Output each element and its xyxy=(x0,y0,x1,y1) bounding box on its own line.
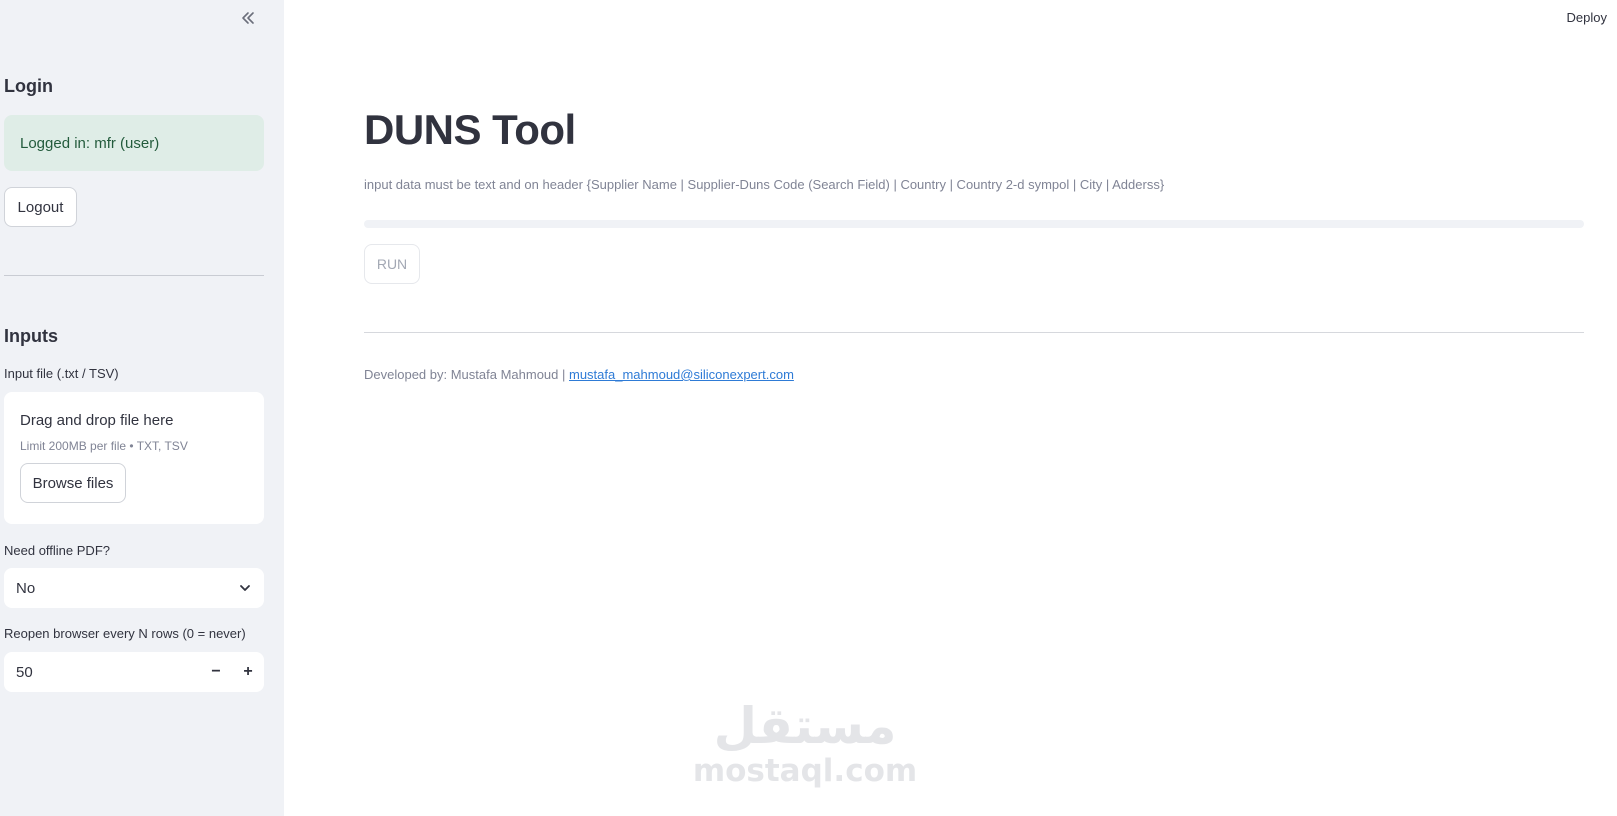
offline-pdf-label: Need offline PDF? xyxy=(4,543,110,558)
watermark-logo: مستقل mostaql.com xyxy=(690,700,920,788)
reopen-browser-value[interactable]: 50 xyxy=(4,664,200,681)
increment-button[interactable]: + xyxy=(232,652,264,692)
progress-bar xyxy=(364,220,1584,228)
login-heading: Login xyxy=(4,76,53,96)
reopen-browser-label: Reopen browser every N rows (0 = never) xyxy=(4,626,246,641)
deploy-button[interactable]: Deploy xyxy=(1567,10,1607,25)
watermark-latin-text: mostaql.com xyxy=(692,753,918,789)
watermark-arabic-text: مستقل xyxy=(713,697,897,755)
footer: Developed by: Mustafa Mahmoud | mustafa_… xyxy=(364,367,794,382)
footer-developer-text: Developed by: Mustafa Mahmoud | xyxy=(364,367,566,382)
reopen-browser-number-input[interactable]: 50 − + xyxy=(4,652,264,692)
main-divider xyxy=(364,332,1584,333)
sidebar: Login Logged in: mfr (user) Logout Input… xyxy=(0,0,284,816)
file-dropzone[interactable]: Drag and drop file here Limit 200MB per … xyxy=(4,392,264,524)
input-file-label: Input file (.txt / TSV) xyxy=(4,366,119,381)
input-format-caption: input data must be text and on header {S… xyxy=(364,177,1165,192)
logout-button[interactable]: Logout xyxy=(4,187,77,227)
chevron-down-icon xyxy=(240,585,250,591)
decrement-button[interactable]: − xyxy=(200,652,232,692)
footer-email-link[interactable]: mustafa_mahmoud@siliconexpert.com xyxy=(569,367,794,382)
sidebar-divider xyxy=(4,275,264,276)
app-window: Login Logged in: mfr (user) Logout Input… xyxy=(0,0,1617,816)
run-button[interactable]: RUN xyxy=(364,244,420,284)
page-title: DUNS Tool xyxy=(364,106,576,153)
dropzone-title: Drag and drop file here xyxy=(20,412,174,429)
collapse-sidebar-button[interactable] xyxy=(236,6,260,30)
double-chevron-left-icon xyxy=(242,12,254,24)
dropzone-limit: Limit 200MB per file • TXT, TSV xyxy=(20,439,188,453)
inputs-heading: Inputs xyxy=(4,326,58,346)
login-status-alert: Logged in: mfr (user) xyxy=(4,115,264,171)
offline-pdf-value: No xyxy=(16,579,36,597)
offline-pdf-select[interactable]: No xyxy=(4,568,264,608)
browse-files-button[interactable]: Browse files xyxy=(20,463,126,503)
